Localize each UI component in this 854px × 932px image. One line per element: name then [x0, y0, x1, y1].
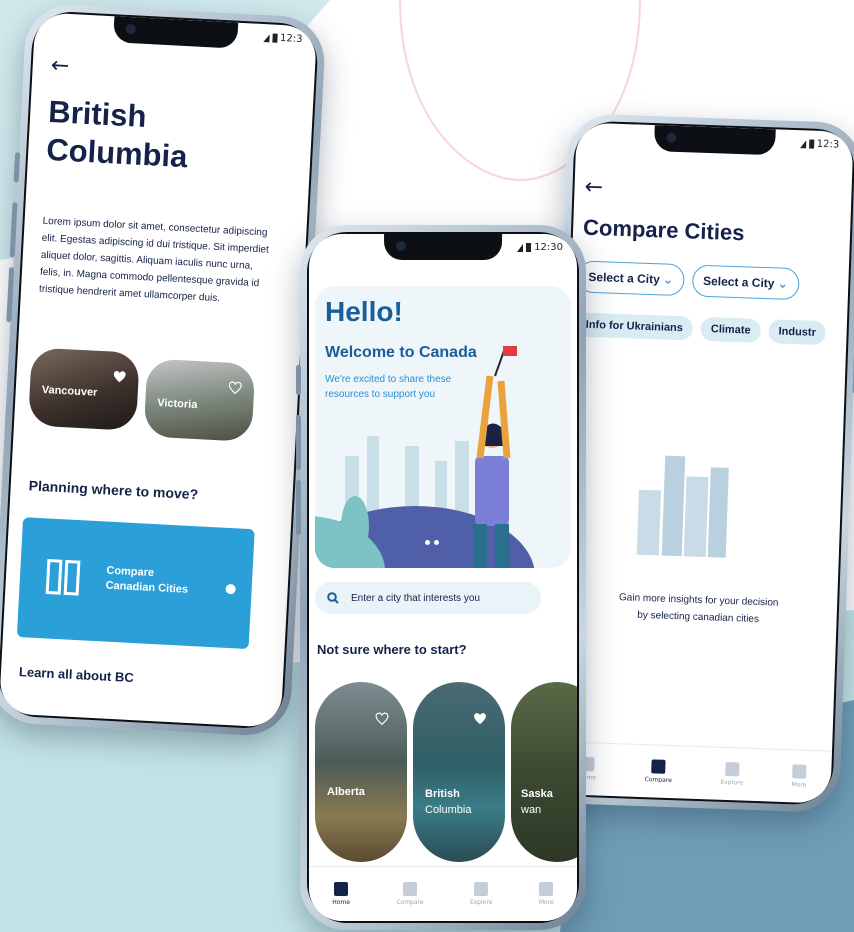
compare-icon	[651, 759, 666, 774]
phone-side-button	[296, 365, 301, 395]
heart-outline-icon[interactable]	[228, 381, 243, 396]
back-arrow-icon[interactable]: ←	[50, 53, 70, 79]
hello-heading: Hello!	[325, 296, 403, 327]
select-label: Select a City	[702, 273, 775, 291]
heart-outline-icon[interactable]	[375, 712, 389, 726]
compare-card-line2: Canadian Cities	[105, 579, 189, 596]
tab-home[interactable]: Home	[332, 882, 350, 906]
province-label: Alberta	[327, 786, 365, 798]
intro-paragraph: Lorem ipsum dolor sit amet, consectetur …	[38, 215, 270, 305]
hero-banner: Hello! Welcome to Canada We're excited t…	[315, 286, 571, 568]
tab-explore[interactable]: Explore	[720, 761, 743, 787]
grid-icon	[792, 764, 807, 779]
compare-cities-card[interactable]: Compare Canadian Cities	[16, 517, 255, 650]
page-title-line2: Columbia	[45, 131, 189, 175]
tab-compare[interactable]: Compare	[396, 882, 424, 906]
bottom-tab-bar: Home Compare Explore More	[553, 740, 833, 804]
heart-icon[interactable]	[473, 712, 487, 726]
back-arrow-icon[interactable]: ←	[584, 175, 603, 201]
welcome-heading: Welcome to Canada	[325, 344, 477, 361]
compare-icon	[45, 558, 81, 596]
home-icon	[334, 882, 349, 896]
province-card-alberta[interactable]: Alberta	[315, 682, 407, 862]
status-bar: 12:3	[262, 32, 303, 45]
chip-info-ukrainians[interactable]: Info for Ukrainians	[575, 312, 694, 341]
compare-screen: 12:3 ← Compare Cities Select a City ⌄ Se…	[553, 122, 854, 804]
phone-home: 12:30 Hello! Welcome to Canada We're exc…	[296, 225, 586, 930]
tab-more[interactable]: More	[539, 882, 554, 906]
not-sure-heading: Not sure where to start?	[317, 642, 467, 657]
book-icon	[474, 882, 489, 896]
page-title: Compare Cities	[582, 214, 745, 246]
city-label: Vancouver	[41, 383, 98, 399]
select-label: Select a City	[588, 269, 661, 287]
phone-bc: 12:3 ← British Columbia Lorem ipsum dolo…	[0, 2, 327, 738]
compare-icon	[402, 882, 417, 896]
city-card-victoria[interactable]: Victoria	[143, 358, 256, 442]
bottom-tab-bar: Home Compare Explore More	[309, 866, 577, 921]
bc-screen: 12:3 ← British Columbia Lorem ipsum dolo…	[0, 12, 318, 728]
learn-heading: Learn all about BC	[18, 664, 135, 686]
chip-industry[interactable]: Industr	[768, 319, 827, 346]
chip-climate[interactable]: Climate	[700, 316, 762, 343]
phone-side-button	[296, 480, 301, 535]
city-label: Victoria	[156, 397, 198, 412]
status-bar: 12:30	[517, 242, 563, 253]
search-bar[interactable]: Enter a city that interests you	[315, 582, 541, 614]
phone-side-button	[296, 415, 301, 470]
planning-heading: Planning where to move?	[28, 477, 199, 503]
phone-side-button	[13, 152, 21, 183]
province-card-saskatchewan[interactable]: Saska wan	[511, 682, 577, 862]
province-label-line2: Columbia	[425, 804, 472, 816]
welcome-subtitle: We're excited to share these resources t…	[325, 374, 452, 400]
heart-icon[interactable]	[112, 370, 127, 385]
carousel-dots[interactable]	[425, 540, 439, 545]
status-bar: 12:3	[799, 138, 839, 151]
tab-explore[interactable]: Explore	[470, 882, 492, 906]
province-label-line1: British	[425, 788, 460, 800]
province-label-line1: Saska	[521, 788, 553, 800]
tab-more[interactable]: More	[791, 764, 807, 789]
search-icon	[327, 592, 339, 604]
city-skyline-illustration	[636, 455, 729, 558]
chevron-down-icon: ⌄	[777, 276, 789, 291]
chevron-down-icon: ⌄	[662, 272, 674, 287]
province-label-line2: wan	[521, 804, 542, 816]
welcome-illustration	[315, 346, 535, 568]
tab-compare[interactable]: Compare	[644, 759, 672, 784]
city-select-2[interactable]: Select a City ⌄	[691, 264, 800, 301]
search-input[interactable]: Enter a city that interests you	[351, 593, 480, 604]
book-icon	[724, 761, 740, 777]
city-card-vancouver[interactable]: Vancouver	[27, 347, 140, 431]
phone-compare: 12:3 ← Compare Cities Select a City ⌄ Se…	[544, 113, 854, 813]
arrow-right-icon	[225, 583, 236, 595]
province-card-british-columbia[interactable]: British Columbia	[413, 682, 505, 862]
city-select-1[interactable]: Select a City ⌄	[576, 260, 685, 297]
home-screen: 12:30 Hello! Welcome to Canada We're exc…	[309, 234, 577, 921]
grid-icon	[539, 882, 554, 896]
